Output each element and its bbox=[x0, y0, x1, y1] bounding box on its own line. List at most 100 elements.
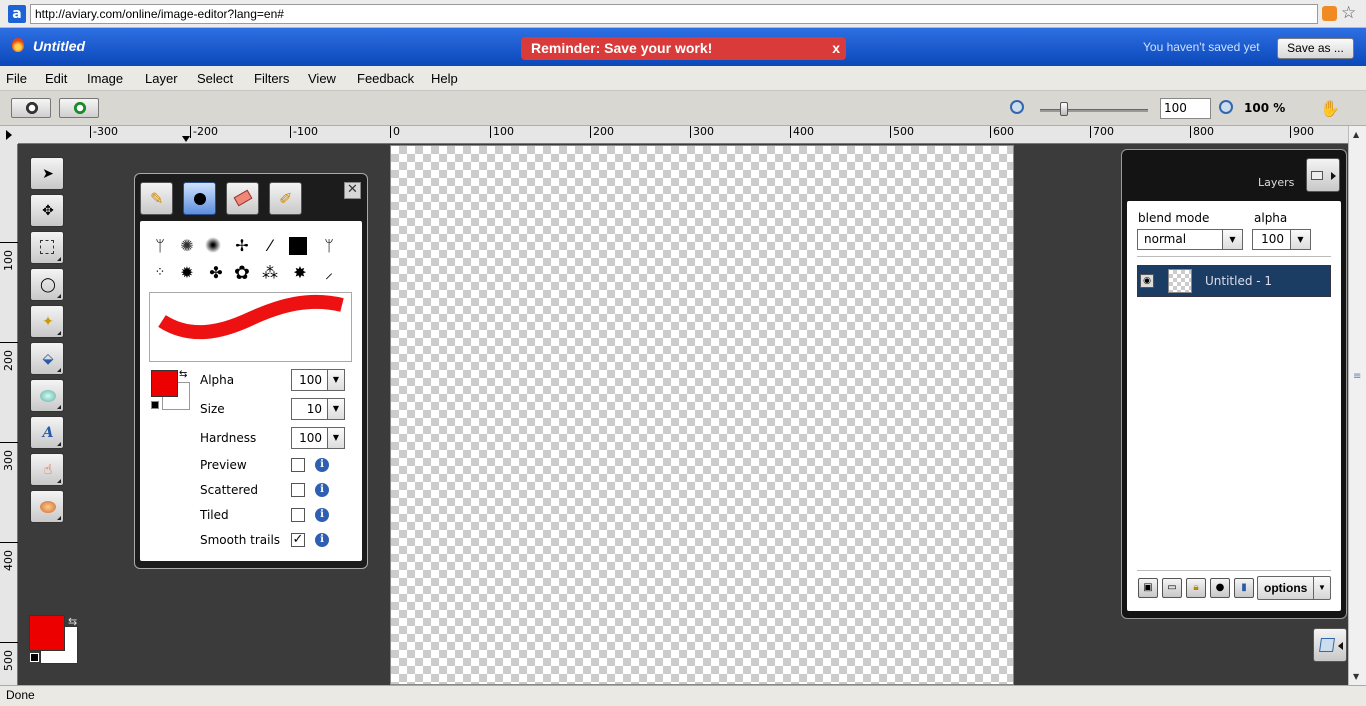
hardness-stepper[interactable]: 100 ▼ bbox=[291, 427, 345, 449]
url-input[interactable]: http://aviary.com/online/image-editor?la… bbox=[30, 4, 1318, 24]
menu-layer[interactable]: Layer bbox=[145, 71, 178, 86]
paint-brush-tab[interactable] bbox=[183, 182, 216, 215]
preview-label: Preview bbox=[200, 458, 247, 472]
preview-checkbox[interactable] bbox=[291, 458, 305, 472]
layers-toggle-button[interactable] bbox=[1306, 158, 1340, 192]
marquee-tool[interactable] bbox=[30, 231, 64, 264]
brush-preset[interactable]: ⁘ bbox=[149, 264, 171, 282]
menu-help[interactable]: Help bbox=[431, 71, 458, 86]
size-stepper[interactable]: 10 ▼ bbox=[291, 398, 345, 420]
brush-tab[interactable]: ✎ bbox=[140, 182, 173, 215]
scroll-grip-icon[interactable]: ≡ bbox=[1353, 371, 1361, 382]
zoom-out-icon[interactable] bbox=[1010, 100, 1024, 114]
menu-select[interactable]: Select bbox=[197, 71, 233, 86]
info-icon[interactable]: i bbox=[315, 508, 329, 522]
layer-options-button[interactable]: options ▼ bbox=[1257, 576, 1331, 600]
menu-feedback[interactable]: Feedback bbox=[357, 71, 414, 86]
layer-thumbnail bbox=[1168, 269, 1192, 293]
smooth-trails-checkbox[interactable]: ✓ bbox=[291, 533, 305, 547]
chevron-down-icon[interactable]: ▼ bbox=[1313, 577, 1330, 599]
brush-primary-color[interactable] bbox=[151, 370, 178, 397]
chevron-down-icon[interactable]: ▼ bbox=[1290, 230, 1310, 249]
zoom-slider[interactable] bbox=[1040, 109, 1148, 112]
new-layer-button[interactable]: ▣ bbox=[1138, 578, 1158, 598]
default-colors-icon[interactable] bbox=[30, 653, 39, 662]
brush-preset[interactable]: ✸ bbox=[289, 264, 311, 282]
brush-preset[interactable]: ✤ bbox=[205, 264, 227, 282]
dropdown-arrow-icon[interactable]: ▼ bbox=[327, 370, 344, 390]
close-panel-button[interactable]: ✕ bbox=[344, 182, 361, 199]
text-tool[interactable]: A bbox=[30, 416, 64, 449]
brush-preset[interactable]: ⁂ bbox=[259, 264, 281, 282]
brush-preset[interactable]: ✺ bbox=[176, 237, 198, 255]
swap-colors-icon[interactable]: ⇆ bbox=[68, 615, 77, 628]
hand-tool-icon[interactable]: ✋ bbox=[1320, 99, 1340, 118]
brush-preset[interactable]: ᛘ bbox=[318, 237, 340, 255]
redo-button[interactable] bbox=[59, 98, 99, 118]
smudge-brush-tab[interactable]: ✐ bbox=[269, 182, 302, 215]
lasso-tool[interactable]: ◯ bbox=[30, 268, 64, 301]
lock-layer-button[interactable]: 🔒︎ bbox=[1186, 578, 1206, 598]
new-folder-button[interactable]: ▭ bbox=[1162, 578, 1182, 598]
pointer-tool[interactable]: ➤ bbox=[30, 157, 64, 190]
brush-preset[interactable]: ✢ bbox=[231, 237, 253, 255]
info-icon[interactable]: i bbox=[315, 483, 329, 497]
save-as-button[interactable]: Save as ... bbox=[1277, 38, 1354, 59]
brush-preset[interactable] bbox=[289, 237, 311, 255]
ruler-label: 200 bbox=[0, 342, 18, 371]
brush-swap-colors-icon[interactable]: ⇆ bbox=[179, 369, 187, 380]
document-title: Untitled bbox=[33, 38, 86, 54]
brush-preset[interactable]: ⁄ bbox=[259, 237, 281, 255]
new-layer-icon: ▣ bbox=[1143, 582, 1153, 593]
menu-image[interactable]: Image bbox=[87, 71, 123, 86]
primary-color-swatch[interactable] bbox=[29, 615, 65, 651]
scroll-down-icon[interactable]: ▼ bbox=[1353, 672, 1359, 681]
lock-icon: 🔒︎ bbox=[1193, 582, 1199, 593]
scroll-up-icon[interactable]: ▲ bbox=[1353, 130, 1359, 139]
ruler-label: 400 bbox=[0, 542, 18, 571]
info-icon[interactable]: i bbox=[315, 533, 329, 547]
brush-preset[interactable]: ✹ bbox=[176, 264, 198, 282]
shape-tool[interactable] bbox=[30, 379, 64, 412]
menu-view[interactable]: View bbox=[308, 71, 336, 86]
zoom-input[interactable]: 100 bbox=[1160, 98, 1211, 119]
magic-wand-tool[interactable]: ✦ bbox=[30, 305, 64, 338]
dropdown-arrow-icon[interactable]: ▼ bbox=[327, 428, 344, 448]
menu-filters[interactable]: Filters bbox=[254, 71, 289, 86]
brush-preset[interactable]: ᛘ bbox=[149, 237, 171, 255]
dropdown-arrow-icon[interactable]: ▼ bbox=[327, 399, 344, 419]
navigator-button[interactable] bbox=[1313, 628, 1347, 662]
reminder-close-button[interactable]: x bbox=[832, 37, 840, 59]
vertical-scrollbar[interactable]: ▲ ≡ ▼ bbox=[1348, 126, 1366, 685]
zoom-slider-thumb[interactable] bbox=[1060, 102, 1068, 116]
brush-preset[interactable]: ⸝ bbox=[318, 264, 340, 282]
delete-layer-button[interactable]: ▮ bbox=[1234, 578, 1254, 598]
smudge-tool[interactable]: ☝ bbox=[30, 453, 64, 486]
bookmark-star-icon[interactable]: ☆ bbox=[1341, 3, 1356, 23]
zoom-in-icon[interactable] bbox=[1219, 100, 1233, 114]
scattered-checkbox[interactable] bbox=[291, 483, 305, 497]
menu-file[interactable]: File bbox=[6, 71, 27, 86]
eraser-tab[interactable] bbox=[226, 182, 259, 215]
brush-default-colors-icon[interactable] bbox=[151, 401, 159, 409]
layer-effects-button[interactable]: ● bbox=[1210, 578, 1230, 598]
alpha-stepper[interactable]: 100 ▼ bbox=[291, 369, 345, 391]
rss-icon[interactable] bbox=[1322, 6, 1337, 21]
layer-alpha-stepper[interactable]: 100 ▼ bbox=[1252, 229, 1311, 250]
brush-preset[interactable] bbox=[205, 237, 227, 253]
eye-icon[interactable]: ◉ bbox=[1140, 274, 1154, 288]
image-canvas[interactable] bbox=[390, 145, 1014, 685]
move-tool[interactable]: ✥ bbox=[30, 194, 64, 227]
fill-bucket-tool[interactable]: ⬙ bbox=[30, 342, 64, 375]
info-icon[interactable]: i bbox=[315, 458, 329, 472]
tiled-checkbox[interactable] bbox=[291, 508, 305, 522]
blend-mode-select[interactable]: normal ▼ bbox=[1137, 229, 1243, 250]
chevron-right-icon bbox=[1331, 172, 1336, 180]
brush-preset[interactable]: ✿ bbox=[231, 264, 253, 283]
layer-row[interactable]: ◉ Untitled - 1 bbox=[1137, 265, 1331, 297]
undo-button[interactable] bbox=[11, 98, 51, 118]
chevron-down-icon[interactable]: ▼ bbox=[1222, 230, 1242, 249]
menu-edit[interactable]: Edit bbox=[45, 71, 67, 86]
color-picker-tool[interactable] bbox=[30, 490, 64, 523]
smudge-icon: ☝ bbox=[43, 462, 53, 478]
